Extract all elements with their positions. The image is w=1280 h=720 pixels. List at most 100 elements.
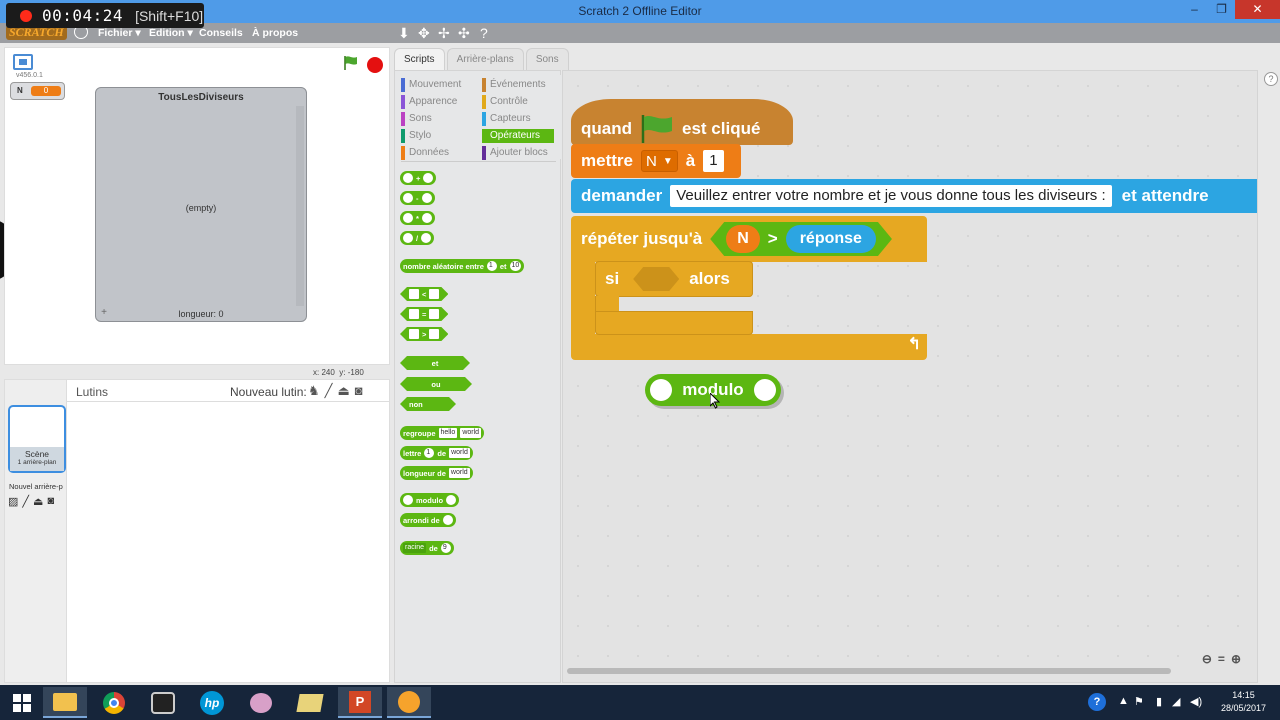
question-input[interactable]: Veuillez entrer votre nombre et je vous … <box>670 185 1112 207</box>
camera-sprite-icon[interactable]: ◙ <box>355 383 363 399</box>
start-button[interactable] <box>0 687 44 718</box>
greater-than-operator[interactable]: N > réponse <box>710 222 892 256</box>
menu-about[interactable]: À propos <box>252 27 298 39</box>
presentation-mode-icon[interactable] <box>13 54 33 70</box>
upload-backdrop-icon[interactable]: ⏏ <box>33 495 43 508</box>
list-monitor[interactable]: TousLesDiviseurs (empty) + longueur: 0 <box>95 87 307 322</box>
ask-and-wait-block[interactable]: demander Veuillez entrer votre nombre et… <box>571 179 1257 213</box>
wifi-icon[interactable]: ◢ <box>1172 695 1180 720</box>
category-motion[interactable]: Mouvement <box>401 78 477 92</box>
block-and[interactable]: et <box>400 356 470 370</box>
delete-cut-icon[interactable]: ✥ <box>418 25 430 42</box>
block-round[interactable]: arrondi de <box>400 513 456 527</box>
stage-thumbnail-label: Scène 1 arrière-plan <box>10 447 64 471</box>
variable-reporter[interactable]: N <box>726 225 760 253</box>
battery-icon[interactable]: ▮ <box>1156 695 1162 720</box>
green-flag-icon[interactable] <box>343 55 359 71</box>
category-data[interactable]: Données <box>401 146 477 160</box>
camera-backdrop-icon[interactable]: ◙ <box>47 495 54 508</box>
new-backdrop-icons: ▨ ╱ ⏏ ◙ <box>8 495 54 508</box>
close-button[interactable]: ✕ <box>1235 0 1280 19</box>
modulo-right-input[interactable] <box>753 379 776 401</box>
block-multiply[interactable]: * <box>400 211 435 225</box>
palette-divider <box>401 161 556 162</box>
maximize-button[interactable]: ❐ <box>1208 0 1235 19</box>
block-equals[interactable]: = <box>400 307 448 321</box>
camera-app-icon[interactable] <box>141 687 185 718</box>
block-help-icon[interactable]: ? <box>480 25 488 41</box>
list-length: longueur: 0 <box>178 309 224 319</box>
set-value-input[interactable]: 1 <box>703 150 724 172</box>
block-less-than[interactable]: < <box>400 287 448 301</box>
condition-slot[interactable] <box>633 267 680 291</box>
zoom-reset-icon[interactable]: = <box>1218 652 1225 666</box>
tab-backdrops[interactable]: Arrière-plans <box>446 48 524 70</box>
file-explorer-icon[interactable] <box>43 687 87 718</box>
category-more-blocks[interactable]: Ajouter blocs <box>482 146 554 160</box>
block-add[interactable]: + <box>400 171 437 185</box>
sprite-library-icon[interactable]: ♞ <box>308 383 320 399</box>
category-operators[interactable]: Opérateurs <box>482 129 554 143</box>
list-title: TousLesDiviseurs <box>158 92 244 103</box>
powerpoint-icon[interactable]: P <box>338 687 382 718</box>
block-or[interactable]: ou <box>400 377 472 391</box>
category-looks[interactable]: Apparence <box>401 95 477 109</box>
notes-app-icon[interactable] <box>288 687 332 718</box>
category-pen[interactable]: Stylo <box>401 129 477 143</box>
block-subtract[interactable]: - <box>400 191 435 205</box>
block-mod[interactable]: modulo <box>400 493 460 507</box>
block-join[interactable]: regroupe hello world <box>400 426 485 440</box>
duplicate-stamp-icon[interactable]: ⬇ <box>398 25 410 42</box>
category-control[interactable]: Contrôle <box>482 95 554 109</box>
recording-time: 00:04:24 <box>42 6 124 25</box>
backdrop-library-icon[interactable]: ▨ <box>8 495 18 508</box>
when-flag-clicked-block[interactable]: quand est cliqué <box>571 99 793 145</box>
block-random[interactable]: nombre aléatoire entre 1 et 10 <box>400 259 525 273</box>
block-greater-than[interactable]: > <box>400 327 448 341</box>
block-not[interactable]: non <box>400 397 456 411</box>
category-sound[interactable]: Sons <box>401 112 477 126</box>
variable-monitor[interactable]: N 0 <box>10 82 65 100</box>
block-math-function[interactable]: racine de 9 <box>400 541 454 555</box>
category-events[interactable]: Événements <box>482 78 554 92</box>
shrink-icon[interactable]: ✣ <box>458 25 470 42</box>
category-sensing[interactable]: Capteurs <box>482 112 554 126</box>
volume-icon[interactable]: ◀) <box>1190 695 1202 720</box>
menu-file[interactable]: Fichier ▾ <box>98 27 141 39</box>
answer-reporter[interactable]: réponse <box>786 225 876 253</box>
flag-tray-icon[interactable]: ⚑ <box>1134 695 1144 720</box>
taskbar-clock[interactable]: 14:15 28/05/2017 <box>1221 689 1266 715</box>
show-hidden-icons[interactable]: ▲ <box>1118 695 1129 720</box>
modulo-left-input[interactable] <box>650 379 672 401</box>
tab-sounds[interactable]: Sons <box>525 48 569 70</box>
chrome-icon[interactable] <box>92 687 136 718</box>
zoom-in-icon[interactable]: ⊕ <box>1231 652 1241 666</box>
menu-edit[interactable]: Édition ▾ <box>149 27 193 39</box>
mouse-cursor-icon <box>710 393 720 409</box>
if-then-block[interactable]: si alors <box>595 261 753 297</box>
script-area[interactable]: quand est cliqué mettre N ▼ à 1 demander … <box>562 70 1258 683</box>
block-divide[interactable]: / <box>400 231 435 245</box>
menu-tips[interactable]: Conseils <box>199 27 243 39</box>
repeat-until-bottom: ↰ <box>571 334 927 360</box>
tab-scripts[interactable]: Scripts <box>394 48 445 70</box>
paint-app-icon[interactable] <box>239 687 283 718</box>
stage-thumbnail[interactable]: Scène 1 arrière-plan <box>8 405 66 473</box>
repeat-until-block[interactable]: répéter jusqu'à N > réponse <box>571 216 927 262</box>
help-icon[interactable]: ? <box>1264 72 1278 86</box>
upload-sprite-icon[interactable]: ⏏ <box>337 383 349 399</box>
minimize-button[interactable]: – <box>1181 0 1208 19</box>
variable-dropdown[interactable]: N ▼ <box>640 150 678 172</box>
paint-backdrop-icon[interactable]: ╱ <box>22 495 29 508</box>
grow-icon[interactable]: ✢ <box>438 25 450 42</box>
set-variable-block[interactable]: mettre N ▼ à 1 <box>571 144 741 178</box>
block-letter-of[interactable]: lettre 1 de world <box>400 446 473 460</box>
scratch-app-icon[interactable] <box>387 687 431 718</box>
help-tray-icon[interactable]: ? <box>1088 693 1106 720</box>
hp-icon[interactable]: hp <box>190 687 234 718</box>
zoom-out-icon[interactable]: ⊖ <box>1202 652 1212 666</box>
stop-button[interactable] <box>367 57 383 73</box>
script-area-scrollbar[interactable] <box>567 668 1171 674</box>
paint-sprite-icon[interactable]: ╱ <box>325 383 333 399</box>
block-length-of[interactable]: longueur de world <box>400 466 473 480</box>
